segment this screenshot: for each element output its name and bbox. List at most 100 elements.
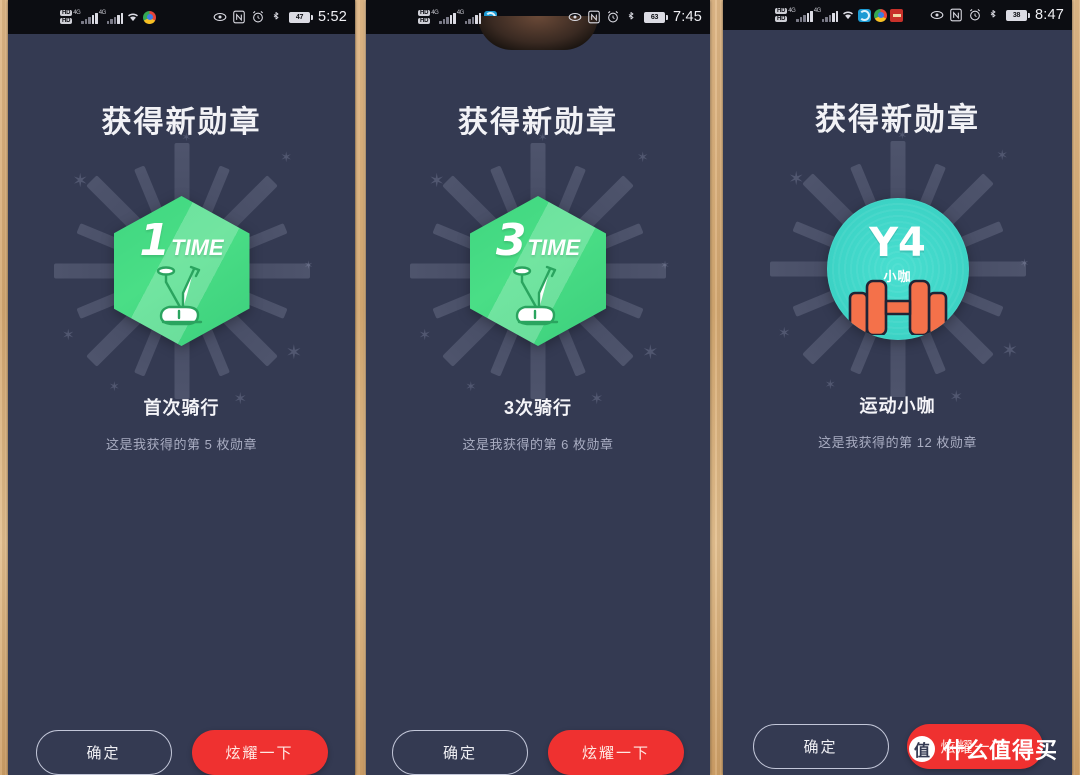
eye-icon xyxy=(568,10,582,24)
camera-icon xyxy=(858,8,872,22)
smzdm-logo-icon: 值 xyxy=(908,736,935,762)
share-button[interactable]: 炫耀一下 xyxy=(548,730,684,775)
chrome-icon xyxy=(143,10,157,24)
sparkle-icon: ✶ xyxy=(1001,339,1019,362)
screen-content: 获得新勋章 ✶ ✶ ✶ ✶ ✶ ✶ ✶ ✶ Y4 小咖 运动小咖 这是我获得的第… xyxy=(723,94,1072,775)
dumbbell-icon xyxy=(842,277,954,340)
sparkle-icon: ✶ xyxy=(418,327,432,345)
sparkle-icon: ✶ xyxy=(660,259,670,272)
signal-icon xyxy=(99,10,124,24)
badge-count-number: 1 xyxy=(139,215,170,266)
status-bar-left-icons: HD HD xyxy=(775,8,904,22)
badge-hexagon: 3 TIME xyxy=(470,196,606,346)
badge-area: ✶ ✶ ✶ ✶ ✶ ✶ ✶ ✶ 1 TIME xyxy=(8,132,355,407)
wifi-icon xyxy=(126,10,140,24)
badge-subtitle: 这是我获得的第 12 枚勋章 xyxy=(818,435,977,450)
exercise-bike-icon xyxy=(139,263,225,332)
signal-icon xyxy=(788,8,813,22)
status-bar-right-icons: 38 8:47 xyxy=(930,0,1064,30)
status-bar-clock: 8:47 xyxy=(1034,7,1064,23)
camera-icon xyxy=(484,10,498,24)
sparkle-icon: ✶ xyxy=(233,389,248,408)
wifi-icon xyxy=(841,8,855,22)
confirm-button[interactable]: 确定 xyxy=(392,730,528,775)
eye-icon xyxy=(213,10,227,24)
signal-icon xyxy=(431,10,456,24)
status-bar-clock: 5:52 xyxy=(317,9,347,25)
sparkle-icon: ✶ xyxy=(897,130,908,143)
sparkle-icon: ✶ xyxy=(949,387,964,406)
volte-icon: HD HD xyxy=(775,8,788,22)
sparkle-icon: ✶ xyxy=(1019,257,1030,270)
badge-count-unit: TIME xyxy=(527,235,581,260)
alarm-icon xyxy=(251,10,265,24)
phone-screenshot-2: HD HD 63 7:45 获得新勋 xyxy=(366,0,710,775)
status-bar: HD HD 47 5: xyxy=(8,0,355,34)
screen-content: 获得新勋章 ✶ ✶ ✶ ✶ ✶ ✶ ✶ ✶ 3 TIME 3次骑行 这是我获得的… xyxy=(366,97,710,775)
sparkle-icon: ✶ xyxy=(108,379,120,395)
signal-icon xyxy=(457,10,482,24)
signal-icon xyxy=(814,8,839,22)
eye-icon xyxy=(930,8,944,22)
exercise-bike-icon xyxy=(495,263,581,332)
badge-count: 3 TIME xyxy=(495,215,581,266)
bluetooth-icon xyxy=(270,10,284,24)
status-bar: HD HD 63 7:45 xyxy=(366,0,710,50)
bluetooth-icon xyxy=(987,8,1001,22)
nfc-icon xyxy=(232,10,246,24)
sparkle-icon: ✶ xyxy=(788,169,805,191)
phone-screenshot-3: HD HD 38 xyxy=(723,0,1072,775)
volte-icon: HD HD xyxy=(60,10,73,24)
bluetooth-icon xyxy=(625,10,639,24)
action-buttons: 确定 炫耀一下 xyxy=(8,730,355,775)
sparkle-icon: ✶ xyxy=(538,132,548,145)
badge-hexagon: 1 TIME xyxy=(113,196,250,346)
status-bar-left-icons: HD HD xyxy=(60,10,157,24)
status-bar: HD HD 38 xyxy=(723,0,1072,30)
badge-count: 1 TIME xyxy=(139,215,224,266)
status-bar-left-icons: HD HD xyxy=(418,10,498,24)
signal-icon xyxy=(73,10,98,24)
sparkle-icon: ✶ xyxy=(642,341,659,364)
alarm-icon xyxy=(968,8,982,22)
status-bar-right-icons: 47 5:52 xyxy=(213,0,347,34)
sparkle-icon: ✶ xyxy=(824,377,836,393)
sparkle-icon: ✶ xyxy=(303,259,314,272)
sparkle-icon: ✶ xyxy=(465,379,477,395)
status-bar-clock: 7:45 xyxy=(672,9,702,25)
battery-icon: 38 xyxy=(1005,9,1030,21)
nfc-icon xyxy=(949,8,963,22)
nfc-icon xyxy=(587,10,601,24)
badge-subtitle: 这是我获得的第 6 枚勋章 xyxy=(462,437,614,452)
battery-icon: 63 xyxy=(643,11,668,23)
watermark: 值 什么值得买 xyxy=(908,733,1058,765)
sparkle-icon: ✶ xyxy=(285,341,303,364)
watermark-text: 什么值得买 xyxy=(942,738,1058,763)
badge-area: ✶ ✶ ✶ ✶ ✶ ✶ ✶ ✶ Y4 小咖 xyxy=(723,130,1072,405)
share-button[interactable]: 炫耀一下 xyxy=(191,730,328,775)
sparkle-icon: ✶ xyxy=(181,132,192,145)
phone-screenshot-1: HD HD 47 5: xyxy=(8,0,355,775)
sparkle-icon: ✶ xyxy=(636,150,649,167)
action-buttons: 确定 炫耀一下 xyxy=(366,730,710,775)
confirm-button[interactable]: 确定 xyxy=(752,724,889,769)
badge-count-unit: TIME xyxy=(171,235,224,260)
badge-area: ✶ ✶ ✶ ✶ ✶ ✶ ✶ ✶ 3 TIME xyxy=(366,132,710,407)
sparkle-icon: ✶ xyxy=(72,171,89,193)
badge-circle: Y4 小咖 xyxy=(826,198,969,340)
sparkle-icon: ✶ xyxy=(996,148,1009,165)
sparkle-icon: ✶ xyxy=(590,389,604,408)
confirm-button[interactable]: 确定 xyxy=(35,730,172,775)
screen-content: 获得新勋章 ✶ ✶ ✶ ✶ ✶ ✶ ✶ ✶ 1 TIME 首次骑行 这是我获得的… xyxy=(8,97,355,775)
status-bar-right-icons: 63 7:45 xyxy=(568,0,702,34)
chrome-icon xyxy=(874,8,888,22)
sparkle-icon: ✶ xyxy=(777,325,791,343)
volte-icon: HD HD xyxy=(418,10,431,24)
badge-subtitle: 这是我获得的第 5 枚勋章 xyxy=(106,437,257,452)
badge-count-number: Y4 xyxy=(869,220,926,266)
badge-count-number: 3 xyxy=(495,215,527,266)
sparkle-icon: ✶ xyxy=(280,150,293,167)
sparkle-icon: ✶ xyxy=(428,171,445,193)
redpacket-icon xyxy=(890,8,904,22)
sparkle-icon: ✶ xyxy=(61,327,75,345)
